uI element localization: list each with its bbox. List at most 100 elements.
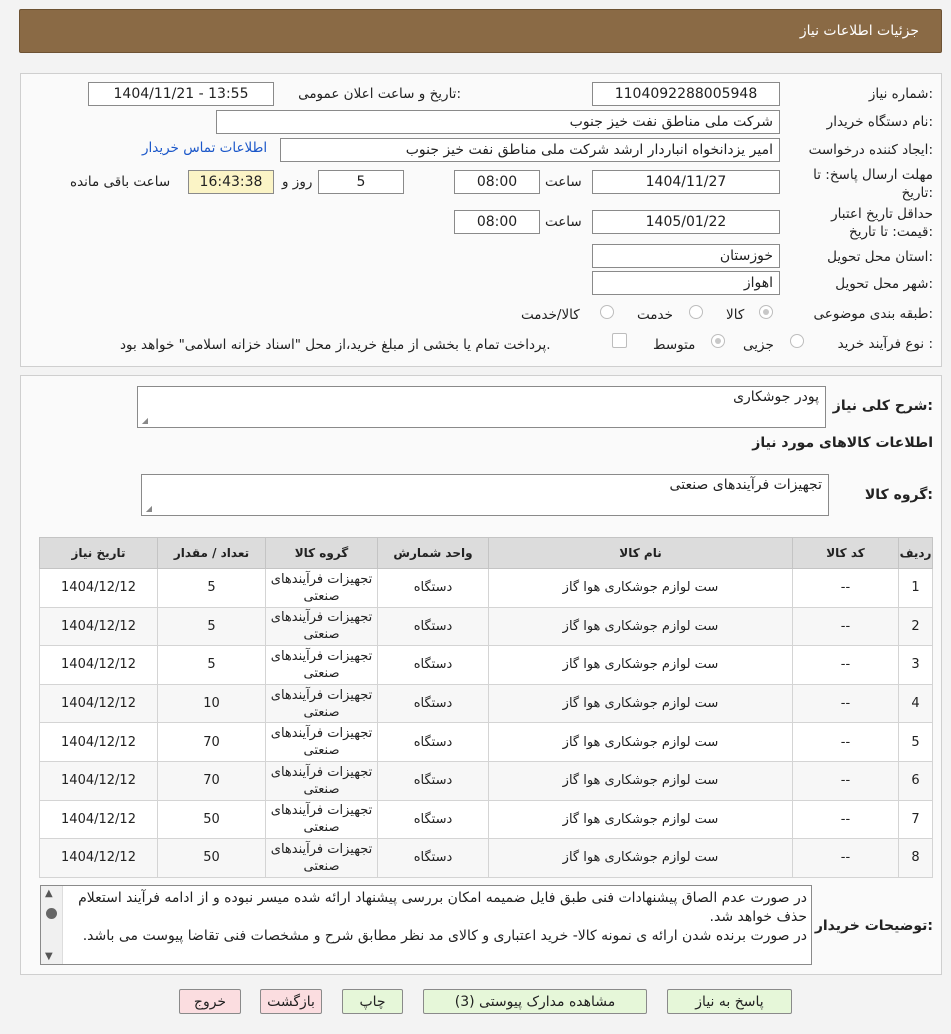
need-date-cell: 1404/12/12 (39, 838, 158, 878)
col-header-quantity[interactable]: تعداد / مقدار (157, 537, 266, 569)
reply-button[interactable]: پاسخ به نیاز (667, 989, 792, 1014)
need-date-cell: 1404/12/12 (39, 645, 158, 685)
row-number-cell: 8 (898, 838, 933, 878)
group-cell: تجهیزات فرآیندهای صنعتی (265, 799, 378, 840)
category-option-goods: کالا (726, 307, 745, 323)
quantity-cell: 5 (157, 568, 266, 608)
table-row[interactable]: 4 -- ست لوازم جوشکاری هوا گاز دستگاه تجهیزات… (39, 683, 933, 724)
remaining-time-field: 16:43:38 (188, 170, 274, 194)
table-row[interactable]: 6 -- ست لوازم جوشکاری هوا گاز دستگاه تجهیزات… (39, 760, 933, 801)
group-cell: تجهیزات فرآیندهای صنعتی (265, 606, 378, 647)
print-button[interactable]: چاپ (342, 989, 403, 1014)
deadline-time-field: 08:00 (454, 170, 540, 194)
group-textarea[interactable]: تجهیزات فرآیندهای صنعتی ◢ (141, 474, 829, 516)
process-label: نوع فرآیند خرید : (837, 336, 933, 352)
category-radio-service[interactable] (689, 305, 703, 319)
process-option-minor: جزیی (743, 337, 774, 353)
col-header-need-date[interactable]: تاریخ نیاز (39, 537, 158, 569)
quantity-cell: 10 (157, 683, 266, 724)
item-name-cell: ست لوازم جوشکاری هوا گاز (488, 799, 793, 840)
unit-cell: دستگاه (377, 568, 489, 608)
resize-grip-icon[interactable]: ◢ (144, 505, 152, 513)
exit-button[interactable]: خروج (179, 989, 241, 1014)
row-number-cell: 3 (898, 645, 933, 685)
items-table: ردیف کد کالا نام کالا واحد شمارش گروه کا… (39, 537, 933, 878)
need-number-field: 1104092288005948 (592, 82, 780, 106)
city-label: شهر محل تحویل: (835, 276, 933, 292)
treasury-payment-checkbox[interactable] (612, 333, 627, 348)
unit-cell: دستگاه (377, 606, 489, 647)
buyer-notes-textarea[interactable]: در صورت عدم الصاق پیشنهادات فنی طبق فایل… (40, 885, 812, 965)
row-number-cell: 7 (898, 799, 933, 840)
city-field: اهواز (592, 271, 780, 295)
table-row[interactable]: 2 -- ست لوازم جوشکاری هوا گاز دستگاه تجهیزات… (39, 606, 933, 647)
item-code-cell: -- (792, 683, 899, 724)
item-name-cell: ست لوازم جوشکاری هوا گاز (488, 568, 793, 608)
row-number-cell: 2 (898, 606, 933, 647)
item-code-cell: -- (792, 760, 899, 801)
quantity-cell: 70 (157, 760, 266, 801)
table-row[interactable]: 3 -- ست لوازم جوشکاری هوا گاز دستگاه تجهیزات… (39, 645, 933, 685)
category-radio-both[interactable] (600, 305, 614, 319)
validity-label: حداقل تاریخ اعتبار قیمت: تا تاریخ: (831, 205, 933, 241)
resize-grip-icon[interactable]: ◢ (140, 417, 148, 425)
summary-textarea[interactable]: پودر جوشکاری ◢ (137, 386, 826, 428)
buyer-contact-link[interactable]: اطلاعات تماس خریدار (142, 140, 267, 156)
item-code-cell: -- (792, 645, 899, 685)
item-code-cell: -- (792, 568, 899, 608)
announce-label: تاریخ و ساعت اعلان عمومی: (298, 86, 461, 102)
validity-time-label: ساعت (545, 214, 582, 230)
deadline-date-field: 1404/11/27 (592, 170, 780, 194)
deadline-label: مهلت ارسال پاسخ: تا تاریخ: (813, 166, 933, 202)
back-button[interactable]: بازگشت (260, 989, 322, 1014)
page-header: جزئیات اطلاعات نیاز (19, 9, 942, 53)
col-header-unit[interactable]: واحد شمارش (377, 537, 489, 569)
col-header-group[interactable]: گروه کالا (265, 537, 378, 569)
category-radio-goods[interactable] (759, 305, 773, 319)
announce-field: 1404/11/21 - 13:55 (88, 82, 274, 106)
need-date-cell: 1404/12/12 (39, 760, 158, 801)
process-option-medium: متوسط (653, 337, 696, 353)
item-code-cell: -- (792, 799, 899, 840)
process-radio-minor[interactable] (790, 334, 804, 348)
attachments-button[interactable]: مشاهده مدارک پیوستی (3) (423, 989, 647, 1014)
col-header-item-code[interactable]: کد کالا (792, 537, 899, 569)
category-option-both: کالا/خدمت (521, 307, 580, 323)
quantity-cell: 70 (157, 722, 266, 762)
table-row[interactable]: 7 -- ست لوازم جوشکاری هوا گاز دستگاه تجهیزات… (39, 799, 933, 840)
notes-scrollbar[interactable]: ▲ ▼ (41, 886, 63, 964)
summary-label: شرح کلی نیاز: (832, 398, 933, 414)
item-name-cell: ست لوازم جوشکاری هوا گاز (488, 760, 793, 801)
group-label: گروه کالا: (864, 487, 933, 503)
group-cell: تجهیزات فرآیندهای صنعتی (265, 838, 378, 878)
table-row[interactable]: 5 -- ست لوازم جوشکاری هوا گاز دستگاه تجهیزات… (39, 722, 933, 762)
col-header-row-number[interactable]: ردیف (898, 537, 933, 569)
scroll-thumb[interactable] (46, 908, 57, 919)
item-name-cell: ست لوازم جوشکاری هوا گاز (488, 838, 793, 878)
need-date-cell: 1404/12/12 (39, 606, 158, 647)
goods-info-title: اطلاعات کالاهای مورد نیاز (752, 435, 933, 451)
need-date-cell: 1404/12/12 (39, 799, 158, 840)
validity-date-field: 1405/01/22 (592, 210, 780, 234)
process-radio-medium[interactable] (711, 334, 725, 348)
group-text: تجهیزات فرآیندهای صنعتی (669, 477, 822, 493)
quantity-cell: 50 (157, 799, 266, 840)
scroll-up-icon[interactable]: ▲ (45, 888, 53, 899)
row-number-cell: 1 (898, 568, 933, 608)
days-label: روز و (282, 174, 313, 190)
group-cell: تجهیزات فرآیندهای صنعتی (265, 722, 378, 762)
province-label: استان محل تحویل: (827, 249, 933, 265)
buyer-org-label: نام دستگاه خریدار: (826, 114, 933, 130)
scroll-down-icon[interactable]: ▼ (45, 951, 53, 962)
quantity-cell: 5 (157, 645, 266, 685)
table-row[interactable]: 1 -- ست لوازم جوشکاری هوا گاز دستگاه تجهیزات… (39, 568, 933, 608)
category-label: طبقه بندی موضوعی: (813, 306, 933, 322)
province-field: خوزستان (592, 244, 780, 268)
item-name-cell: ست لوازم جوشکاری هوا گاز (488, 722, 793, 762)
table-row[interactable]: 8 -- ست لوازم جوشکاری هوا گاز دستگاه تجهیزات… (39, 838, 933, 878)
validity-label-line2: قیمت: تا تاریخ: (848, 224, 933, 240)
unit-cell: دستگاه (377, 683, 489, 724)
group-cell: تجهیزات فرآیندهای صنعتی (265, 645, 378, 685)
days-field: 5 (318, 170, 404, 194)
col-header-item-name[interactable]: نام کالا (488, 537, 793, 569)
